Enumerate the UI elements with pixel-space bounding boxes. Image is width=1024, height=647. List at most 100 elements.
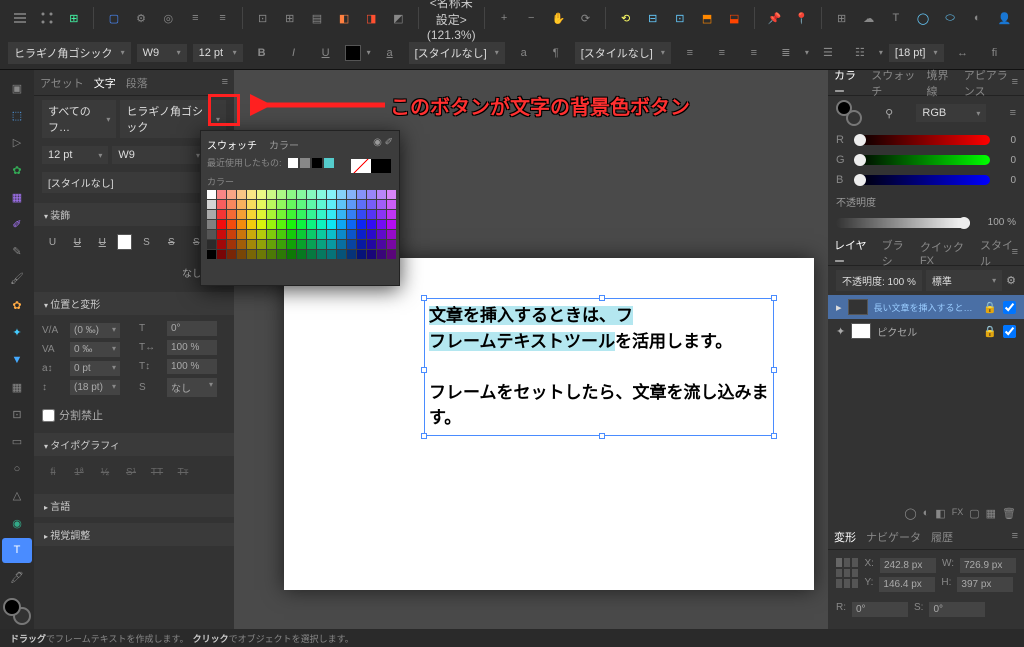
para-style-select[interactable]: [スタイルなし] bbox=[575, 42, 671, 64]
align-center-button[interactable]: ≡ bbox=[709, 42, 735, 64]
swatch-cell[interactable] bbox=[307, 210, 316, 219]
swatch-cell[interactable] bbox=[307, 200, 316, 209]
shape-tool[interactable]: ◉ bbox=[2, 511, 32, 536]
swatch-cell[interactable] bbox=[207, 250, 216, 259]
swatch-cell[interactable] bbox=[347, 230, 356, 239]
picture-icon[interactable]: ⬭ bbox=[939, 6, 962, 30]
transform-x[interactable]: 242.8 px bbox=[880, 558, 936, 573]
marquee-tool[interactable]: ⬚ bbox=[2, 103, 32, 128]
swatch-cell[interactable] bbox=[387, 220, 396, 229]
section-language[interactable]: 言語 bbox=[34, 494, 234, 517]
rtab-layers[interactable]: レイヤー bbox=[834, 237, 872, 269]
swatch-cell[interactable] bbox=[237, 230, 246, 239]
layer2-visible[interactable] bbox=[1003, 325, 1016, 338]
swatch-cell[interactable] bbox=[387, 210, 396, 219]
swatch-cell[interactable] bbox=[347, 210, 356, 219]
color-mode-select[interactable]: RGB bbox=[916, 104, 986, 122]
text-frame[interactable]: 文章を挿入するときは、フ フレームテキストツールを活用します。 フレームをセット… bbox=[424, 298, 774, 436]
typo-super-button[interactable]: S¹ bbox=[120, 462, 142, 482]
char-style-select[interactable]: [スタイルなし] bbox=[409, 42, 505, 64]
blend-mode-select[interactable]: 標準 bbox=[926, 270, 1002, 291]
layer-menu-icon[interactable]: ≡ bbox=[1012, 246, 1018, 258]
swatch-cell[interactable] bbox=[237, 190, 246, 199]
layer-group-icon[interactable]: ▢ bbox=[969, 507, 979, 520]
menu-icon[interactable] bbox=[8, 6, 31, 30]
swatch-cell[interactable] bbox=[347, 200, 356, 209]
swatch-cell[interactable] bbox=[257, 200, 266, 209]
rtab-brush[interactable]: ブラシ bbox=[882, 237, 910, 269]
swatch-cell[interactable] bbox=[307, 220, 316, 229]
swatch-cell[interactable] bbox=[357, 220, 366, 229]
swatch-cell[interactable] bbox=[387, 250, 396, 259]
swatch-cell[interactable] bbox=[357, 190, 366, 199]
swatch-cell[interactable] bbox=[267, 190, 276, 199]
arrange-back-icon[interactable]: ⬓ bbox=[723, 6, 746, 30]
align-left-icon[interactable]: ≡ bbox=[184, 6, 207, 30]
list-bullet-button[interactable]: ☰ bbox=[815, 42, 841, 64]
swatch-cell[interactable] bbox=[257, 230, 266, 239]
tab-paragraph[interactable]: 段落 bbox=[126, 75, 148, 91]
shapes-icon[interactable]: ◯ bbox=[911, 6, 934, 30]
swatch-cell[interactable] bbox=[377, 230, 386, 239]
transform-h[interactable]: 397 px bbox=[957, 577, 1013, 592]
vscale-field[interactable]: 100 % bbox=[167, 359, 217, 374]
rtab-appearance[interactable]: アピアランス bbox=[964, 67, 1018, 99]
swatch-cell[interactable] bbox=[217, 230, 226, 239]
layers-icon[interactable]: ◧ bbox=[332, 6, 355, 30]
swatch-cell[interactable] bbox=[267, 240, 276, 249]
underline-none-button[interactable]: U bbox=[42, 232, 63, 252]
swatch-cell[interactable] bbox=[297, 230, 306, 239]
swatch-cell[interactable] bbox=[247, 240, 256, 249]
swatch-cell[interactable] bbox=[357, 210, 366, 219]
arrange-icon[interactable]: ◩ bbox=[387, 6, 410, 30]
typo-smallcap-button[interactable]: Tᴛ bbox=[172, 462, 194, 482]
recent-color-3[interactable] bbox=[312, 158, 322, 168]
studio-icon[interactable]: ⊞ bbox=[830, 6, 853, 30]
swatch-cell[interactable] bbox=[217, 190, 226, 199]
swatch-cell[interactable] bbox=[387, 200, 396, 209]
node-tool[interactable]: ▷ bbox=[2, 130, 32, 155]
swatch-cell[interactable] bbox=[217, 250, 226, 259]
gear-icon-layers[interactable]: ⚙ bbox=[1006, 274, 1016, 287]
swatch-cell[interactable] bbox=[237, 240, 246, 249]
right-color-wells[interactable] bbox=[836, 100, 862, 126]
swatch-cell[interactable] bbox=[347, 220, 356, 229]
rtab-navigator[interactable]: ナビゲータ bbox=[866, 529, 921, 545]
hand-icon[interactable]: ✋ bbox=[547, 6, 570, 30]
recent-color-4[interactable] bbox=[324, 158, 334, 168]
text-icon[interactable]: T bbox=[884, 6, 907, 30]
adjust-icon[interactable]: ◐ bbox=[966, 6, 989, 30]
tracking-field[interactable]: (0 ‰) bbox=[70, 323, 120, 338]
swatch-cell[interactable] bbox=[287, 250, 296, 259]
swatch-cell[interactable] bbox=[377, 210, 386, 219]
swatch-cell[interactable] bbox=[287, 220, 296, 229]
frame-text-tool[interactable]: T bbox=[2, 538, 32, 563]
underline-color-swatch[interactable] bbox=[117, 234, 132, 250]
list-number-button[interactable]: ☷ bbox=[847, 42, 873, 64]
swatch-cell[interactable] bbox=[307, 230, 316, 239]
rtab-quickfx[interactable]: クイックFX bbox=[920, 239, 970, 267]
typo-fi-button[interactable]: fi bbox=[42, 462, 64, 482]
layer-delete-icon[interactable]: 🗑 bbox=[1002, 507, 1016, 520]
rtab-swatch[interactable]: スウォッチ bbox=[871, 67, 916, 99]
move-tool[interactable]: ▣ bbox=[2, 76, 32, 101]
underline-single-button[interactable]: U bbox=[67, 232, 88, 252]
swatch-cell[interactable] bbox=[337, 220, 346, 229]
layer1-visible[interactable] bbox=[1003, 301, 1016, 314]
swatch-cell[interactable] bbox=[207, 230, 216, 239]
swatch-cell[interactable] bbox=[357, 240, 366, 249]
layer-pixel[interactable]: ✦ ピクセル 🔒 bbox=[828, 319, 1024, 343]
fill-tool[interactable]: ▼ bbox=[2, 348, 32, 373]
swatch-cell[interactable] bbox=[317, 250, 326, 259]
para-style-icon[interactable]: a bbox=[511, 42, 537, 64]
swatch-cell[interactable] bbox=[357, 200, 366, 209]
layer-mask-icon[interactable]: ◧ bbox=[935, 507, 945, 520]
swatch-cell[interactable] bbox=[337, 240, 346, 249]
rtab-stroke[interactable]: 境界線 bbox=[927, 67, 954, 99]
swatch-cell[interactable] bbox=[317, 190, 326, 199]
swatch-cell[interactable] bbox=[207, 200, 216, 209]
swatch-cell[interactable] bbox=[207, 240, 216, 249]
swatch-cell[interactable] bbox=[277, 220, 286, 229]
gear-tool[interactable]: ✿ bbox=[2, 157, 32, 182]
swatch-cell[interactable] bbox=[237, 220, 246, 229]
